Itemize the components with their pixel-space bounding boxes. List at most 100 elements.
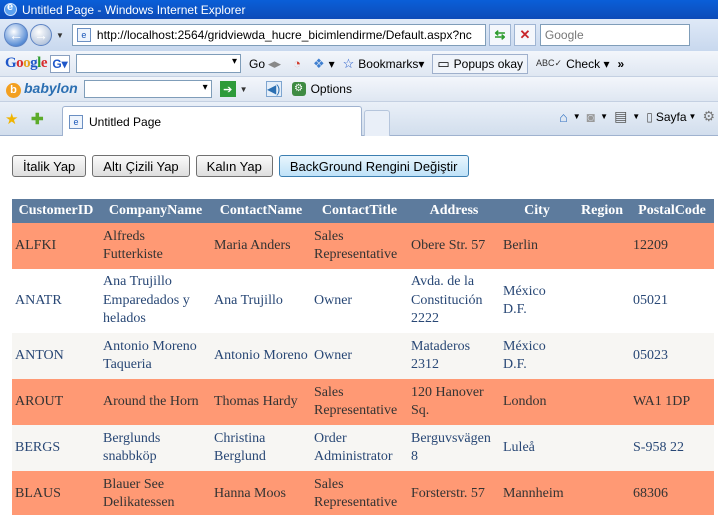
back-arrow-icon: ←	[9, 27, 23, 43]
tab-title: Untitled Page	[89, 114, 162, 129]
column-header: CustomerID	[12, 199, 100, 223]
table-cell: Order Administrator	[311, 425, 408, 471]
refresh-button[interactable]: ⇆	[488, 24, 511, 46]
table-cell: 05023	[630, 333, 714, 379]
table-cell: México D.F.	[500, 269, 574, 333]
stop-button[interactable]: ✕	[513, 24, 536, 46]
table-cell: Hanna Moos	[211, 471, 311, 515]
print-button[interactable]: ▤ ▼	[614, 108, 640, 125]
table-cell: S-958 22	[630, 425, 714, 471]
table-cell	[574, 379, 630, 425]
table-cell: Sales Representative	[311, 223, 408, 269]
babylon-b-icon: b	[6, 83, 21, 98]
table-cell: Alfreds Futterkiste	[100, 223, 211, 269]
table-cell: ANATR	[12, 269, 100, 333]
arrow-right-icon: ➔	[223, 83, 233, 96]
google-options-button[interactable]: ❖ ▾	[313, 56, 335, 72]
table-cell: ALFKI	[12, 223, 100, 269]
address-input[interactable]: e http://localhost:2564/gridviewda_hucre…	[71, 24, 486, 46]
new-tab-button[interactable]	[364, 110, 390, 136]
tools-button[interactable]: ⚙	[702, 108, 718, 125]
column-header: ContactName	[211, 199, 311, 223]
column-header: City	[500, 199, 574, 223]
table-cell: Obere Str. 57	[408, 223, 500, 269]
page-menu-button[interactable]: ▯ Sayfa ▼	[646, 110, 696, 124]
google-go-button[interactable]: Go ◂▸	[249, 56, 285, 72]
more-chevron-icon[interactable]: »	[617, 57, 624, 71]
babylon-search-input[interactable]	[83, 80, 212, 98]
refresh-icon: ⇆	[494, 27, 506, 42]
format-button-row: İtalik Yap Altı Çizili Yap Kalın Yap Bac…	[12, 155, 475, 177]
popup-blocker-icon: ▭	[437, 55, 450, 71]
column-header: Region	[574, 199, 630, 223]
change-background-button[interactable]: BackGround Rengini Değiştir	[278, 155, 469, 177]
table-cell: 12209	[630, 223, 714, 269]
table-cell	[574, 333, 630, 379]
babylon-options-button[interactable]: ⚙ Options	[291, 82, 352, 96]
column-header: Address	[408, 199, 500, 223]
google-search-input[interactable]	[76, 54, 242, 73]
history-dropdown-icon[interactable]: ▼	[56, 31, 64, 40]
table-cell: Christina Berglund	[211, 425, 311, 471]
page-menu-icon: ▯	[646, 109, 653, 124]
italic-button[interactable]: İtalik Yap	[12, 155, 87, 177]
pagerank-button[interactable]: ◔	[293, 56, 305, 71]
underline-button[interactable]: Altı Çizili Yap	[92, 155, 190, 177]
speaker-icon[interactable]: ◀)	[265, 81, 282, 97]
column-header: PostalCode	[630, 199, 714, 223]
search-input[interactable]: Google	[539, 24, 690, 46]
google-toolbar: Google G▾ Go◂▸ ◔ ❖▾ ☆Bookmarks▾ ▭Popups …	[0, 51, 718, 77]
table-cell: Mannheim	[500, 471, 574, 515]
table-cell: Thomas Hardy	[211, 379, 311, 425]
column-header: CompanyName	[100, 199, 211, 223]
google-menu-button[interactable]: G ▾	[50, 54, 71, 73]
table-cell: London	[500, 379, 574, 425]
window-title-bar: Untitled Page - Windows Internet Explore…	[0, 0, 718, 19]
feeds-button[interactable]: ◙ ▼	[587, 109, 608, 125]
ie-logo-icon	[4, 1, 17, 16]
spell-check-button[interactable]: ABC✓ Check ▾	[536, 57, 609, 71]
babylon-go-button[interactable]: ➔	[219, 81, 236, 97]
table-cell: Maria Anders	[211, 223, 311, 269]
table-cell: Antonio Moreno Taqueria	[100, 333, 211, 379]
add-favorite-icon[interactable]: ✚	[31, 110, 44, 128]
home-button[interactable]: ⌂ ▼	[559, 109, 580, 125]
gear-icon: ⚙	[291, 82, 306, 96]
table-cell: WA1 1DP	[630, 379, 714, 425]
table-row: BERGS Berglunds snabbköp Christina Bergl…	[12, 425, 714, 471]
printer-icon: ▤	[614, 108, 628, 124]
table-cell: Mataderos 2312	[408, 333, 500, 379]
table-cell	[574, 223, 630, 269]
favorites-star-icon[interactable]: ★	[5, 110, 18, 128]
popups-button[interactable]: ▭ Popups okay	[432, 53, 529, 74]
table-cell	[574, 471, 630, 515]
command-bar: ⌂ ▼ ◙ ▼ ▤ ▼ ▯ Sayfa ▼ ⚙	[553, 108, 718, 125]
table-cell: Luleå	[500, 425, 574, 471]
forward-button[interactable]: →	[30, 24, 52, 46]
bookmarks-button[interactable]: ☆ Bookmarks ▾	[343, 56, 425, 72]
table-cell: Sales Representative	[311, 471, 408, 515]
rss-icon: ◙	[586, 108, 596, 125]
table-cell: Sales Representative	[311, 379, 408, 425]
page-content: İtalik Yap Altı Çizili Yap Kalın Yap Bac…	[0, 137, 718, 515]
home-icon: ⌂	[559, 108, 568, 125]
google-g-icon: G	[52, 56, 62, 71]
tab-bar: ★ ✚ e Untitled Page ⌂ ▼ ◙ ▼ ▤ ▼ ▯ Sayfa ▼ ⚙	[0, 102, 718, 136]
tab-untitled-page[interactable]: e Untitled Page	[62, 106, 362, 136]
table-cell: Around the Horn	[100, 379, 211, 425]
babylon-toolbar: bbabylon ➔ ▼ ◀) ⚙Options	[0, 77, 718, 102]
go-arrows-icon: ◂▸	[268, 55, 282, 71]
table-cell: 05021	[630, 269, 714, 333]
table-cell: BERGS	[12, 425, 100, 471]
table-cell: Antonio Moreno	[211, 333, 311, 379]
table-row: ANTON Antonio Moreno Taqueria Antonio Mo…	[12, 333, 714, 379]
bold-button[interactable]: Kalın Yap	[195, 155, 273, 177]
table-cell: Avda. de la Constitución 2222	[408, 269, 500, 333]
table-cell: Forsterstr. 57	[408, 471, 500, 515]
table-cell: Owner	[311, 269, 408, 333]
back-button[interactable]: ←	[4, 23, 28, 47]
table-cell: AROUT	[12, 379, 100, 425]
table-cell: Owner	[311, 333, 408, 379]
table-cell: ANTON	[12, 333, 100, 379]
babylon-dropdown-icon[interactable]: ▼	[240, 85, 248, 94]
